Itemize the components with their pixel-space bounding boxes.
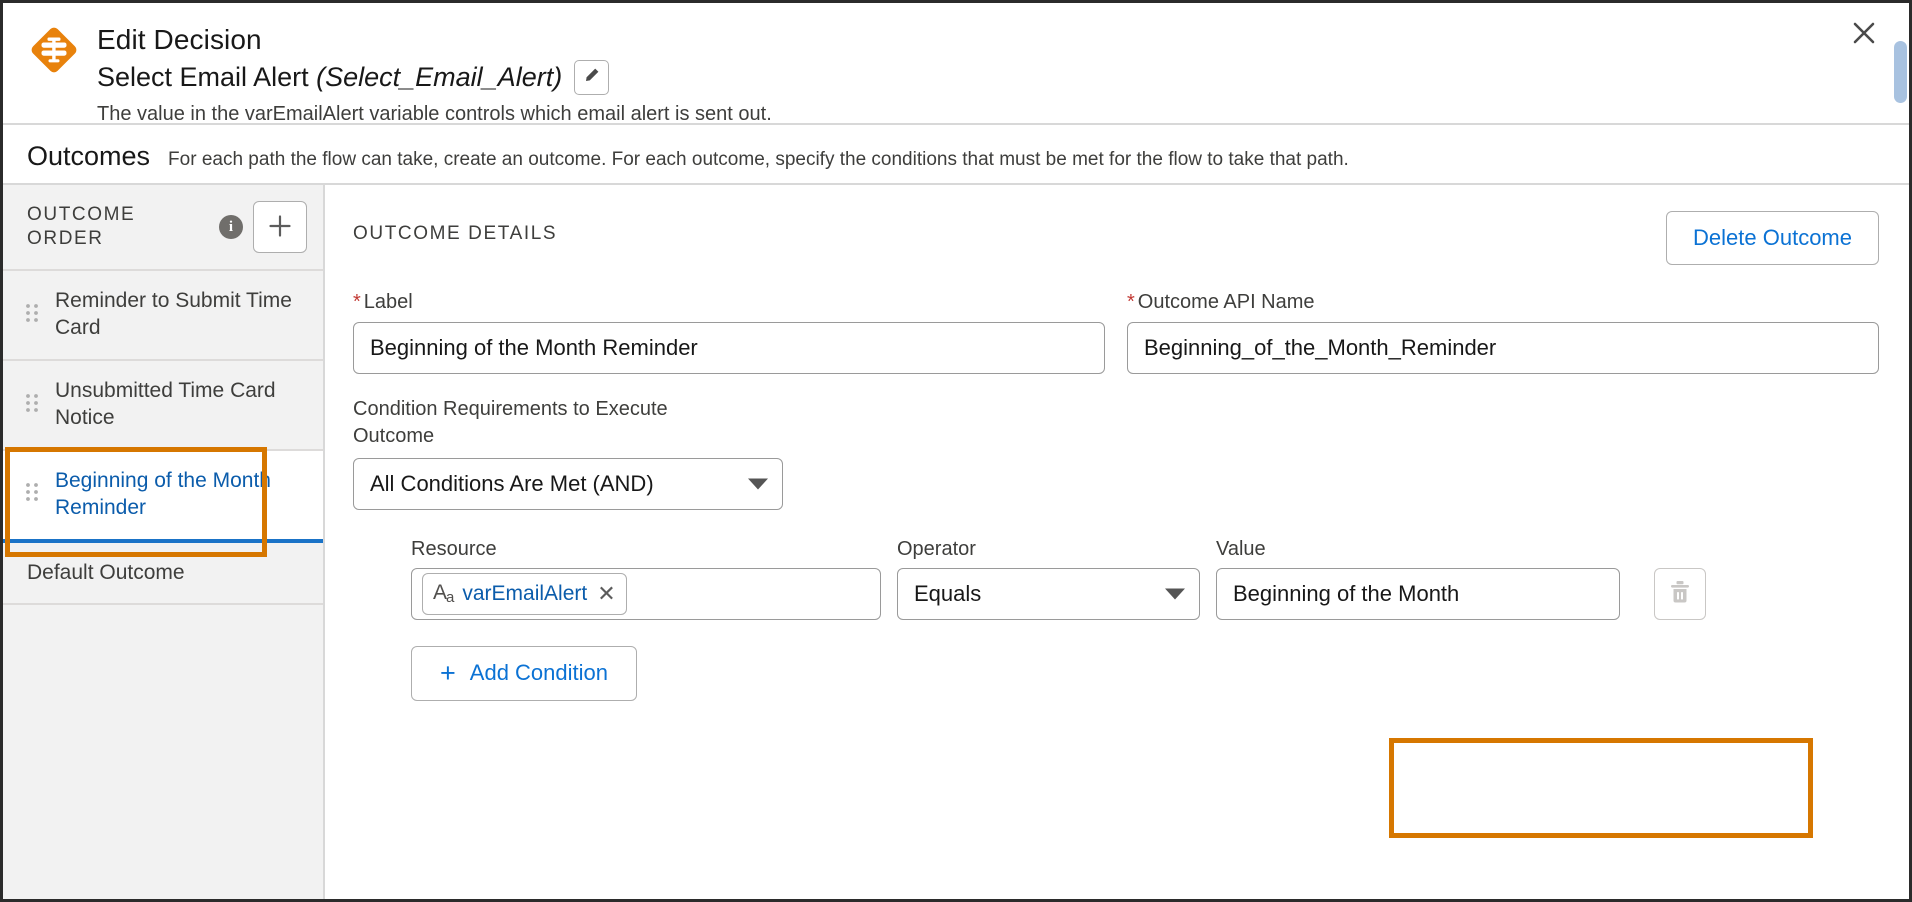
sidebar-item-outcome-1[interactable]: Reminder to Submit Time Card	[3, 271, 323, 361]
trash-icon	[1668, 579, 1692, 608]
element-api-name: (Select_Email_Alert)	[316, 62, 563, 93]
label-field-label: * Label	[353, 291, 1105, 314]
condition-requirements-group: Condition Requirements to Execute Outcom…	[353, 396, 783, 510]
api-name-field-text: Outcome API Name	[1137, 291, 1315, 313]
condition-requirements-label: Condition Requirements to Execute Outcom…	[353, 398, 668, 447]
resource-pill[interactable]: Aa varEmailAlert ✕	[422, 572, 627, 615]
edit-decision-modal: Edit Decision Select Email Alert (Select…	[0, 0, 1912, 902]
resource-combobox[interactable]: Aa varEmailAlert ✕	[411, 567, 881, 620]
sidebar-item-label: Beginning of the Month Reminder	[55, 469, 271, 519]
sidebar-item-label: Reminder to Submit Time Card	[55, 289, 292, 339]
outcomes-banner: Outcomes For each path the flow can take…	[3, 125, 1909, 183]
outcome-details-panel: OUTCOME DETAILS Delete Outcome *Label *O…	[325, 185, 1909, 899]
plus-icon	[267, 213, 293, 242]
sidebar-item-label: Unsubmitted Time Card Notice	[55, 379, 276, 429]
element-description: The value in the varEmailAlert variable …	[97, 103, 772, 126]
resource-label: Resource	[411, 537, 497, 560]
outcome-order-sidebar: OUTCOME ORDER i Reminder to Submit Time …	[3, 185, 325, 899]
outcome-details-heading: OUTCOME DETAILS	[353, 223, 558, 244]
edit-name-button[interactable]	[574, 60, 610, 96]
pencil-icon	[583, 67, 600, 89]
outcomes-description: For each path the flow can take, create …	[168, 149, 1349, 170]
operator-field-group: Operator Equals	[897, 538, 1200, 620]
required-marker: *	[353, 291, 361, 313]
sidebar-item-outcome-3-selected[interactable]: Beginning of the Month Reminder	[3, 451, 323, 543]
sidebar-header: OUTCOME ORDER i	[3, 185, 323, 271]
sidebar-item-outcome-2[interactable]: Unsubmitted Time Card Notice	[3, 361, 323, 451]
label-field-text: Label	[363, 291, 413, 313]
resource-field-group: Resource Aa varEmailAlert ✕	[411, 538, 881, 620]
drag-handle-icon[interactable]	[23, 390, 41, 421]
page-scrollbar[interactable]	[1894, 41, 1907, 103]
label-input[interactable]	[353, 322, 1105, 374]
value-field-group: Value	[1216, 538, 1620, 620]
required-marker: *	[1127, 291, 1135, 313]
drag-handle-icon[interactable]	[23, 479, 41, 510]
outcomes-heading: Outcomes	[27, 141, 151, 171]
outcome-order-label: OUTCOME ORDER	[27, 204, 136, 249]
resource-pill-label: varEmailAlert	[462, 581, 588, 605]
close-button[interactable]	[1847, 17, 1881, 51]
decision-diamond-icon	[27, 23, 81, 77]
api-name-field-label: * Outcome API Name	[1127, 291, 1879, 314]
condition-requirements-select[interactable]: All Conditions Are Met (AND)	[353, 457, 783, 510]
outcome-api-name-input[interactable]	[1127, 322, 1879, 374]
drag-handle-icon[interactable]	[23, 300, 41, 331]
element-name: Select Email Alert (Select_Email_Alert)	[97, 61, 562, 93]
operator-label: Operator	[897, 537, 976, 560]
text-type-icon: Aa	[433, 581, 454, 607]
add-condition-button[interactable]: + Add Condition	[411, 645, 637, 701]
plus-icon: +	[440, 657, 456, 688]
close-icon	[1851, 20, 1877, 49]
delete-condition-button[interactable]	[1654, 567, 1706, 620]
label-field-group: * Label	[353, 291, 1105, 374]
info-icon[interactable]: i	[219, 215, 243, 239]
add-condition-label: Add Condition	[469, 660, 608, 686]
operator-select[interactable]: Equals	[897, 567, 1200, 620]
delete-condition-group	[1636, 567, 1706, 620]
default-outcome-label: Default Outcome	[27, 560, 185, 584]
delete-outcome-button[interactable]: Delete Outcome	[1666, 211, 1879, 265]
header-text-block: Edit Decision Select Email Alert (Select…	[97, 21, 1885, 127]
element-label: Select Email Alert	[97, 62, 309, 93]
condition-row: Resource Aa varEmailAlert ✕ Operator Equ…	[353, 538, 1879, 620]
annotation-highlight-value	[1389, 738, 1813, 838]
page-title: Edit Decision	[97, 24, 262, 55]
api-name-field-group: * Outcome API Name	[1127, 291, 1879, 374]
value-input[interactable]	[1216, 567, 1620, 620]
value-label: Value	[1216, 537, 1266, 560]
add-outcome-button[interactable]	[253, 201, 307, 253]
modal-header: Edit Decision Select Email Alert (Select…	[3, 3, 1909, 125]
modal-body: OUTCOME ORDER i Reminder to Submit Time …	[3, 183, 1909, 899]
sidebar-item-default-outcome[interactable]: Default Outcome	[3, 542, 323, 605]
remove-resource-icon[interactable]: ✕	[597, 582, 615, 605]
